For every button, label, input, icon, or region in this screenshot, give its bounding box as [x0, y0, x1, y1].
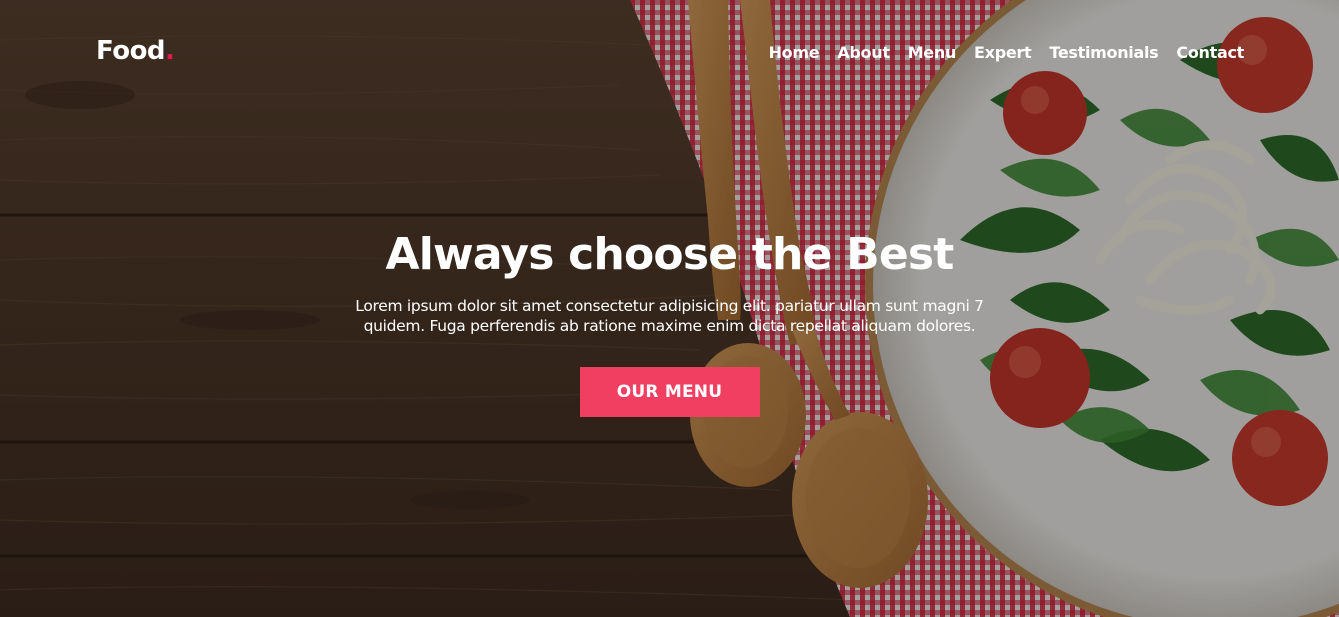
nav-link-contact[interactable]: Contact — [1176, 43, 1244, 62]
nav-link-testimonials[interactable]: Testimonials — [1049, 43, 1158, 62]
our-menu-button[interactable]: OUR MENU — [579, 367, 760, 417]
brand-logo[interactable]: Food. — [96, 36, 175, 66]
nav-link-expert[interactable]: Expert — [974, 43, 1032, 62]
nav-link-about[interactable]: About — [837, 43, 890, 62]
hero-section: Food. Home About Menu Expert Testimonial… — [0, 0, 1339, 617]
nav-link-menu[interactable]: Menu — [908, 43, 957, 62]
navbar: Food. Home About Menu Expert Testimonial… — [0, 0, 1339, 108]
nav-link-home[interactable]: Home — [769, 43, 820, 62]
hero-lead-text: Lorem ipsum dolor sit amet consectetur a… — [355, 297, 984, 335]
brand-dot: . — [165, 36, 175, 66]
brand-name: Food — [96, 36, 166, 66]
hero-content: Always choose the Best Lorem ipsum dolor… — [0, 226, 1339, 417]
main-nav: Home About Menu Expert Testimonials Cont… — [751, 43, 1245, 62]
hero-headline: Always choose the Best — [385, 229, 954, 280]
